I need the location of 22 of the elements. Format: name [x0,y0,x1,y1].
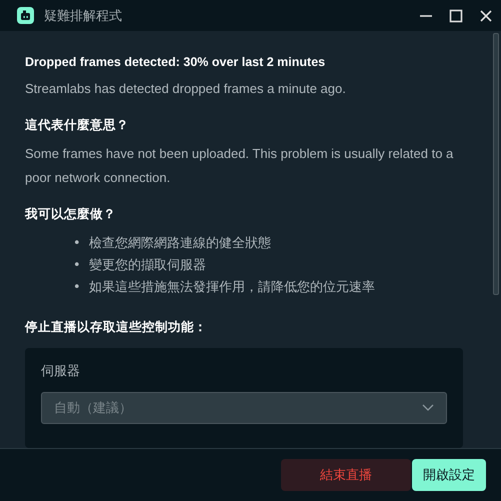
bullet-item: 變更您的擷取伺服器 [89,257,206,275]
field-label: 伺服器 [41,363,81,380]
bullet-marker: • [73,257,82,275]
close-icon [480,10,492,22]
end-stream-button[interactable]: 結束直播 [281,459,411,491]
chevron-down-icon [422,404,434,412]
open-settings-button[interactable]: 開啟設定 [412,459,486,491]
minimize-icon [420,14,432,16]
section-heading: 停止直播以存取這些控制功能： [25,319,208,336]
bullet-marker: • [73,279,82,297]
section-text: Some frames have not been uploaded. This problem is usually related to a poor network connection. [25,145,454,187]
bullet-item: 檢查您網際網路連線的健全狀態 [89,235,271,253]
bullet-marker: • [73,235,82,253]
bullet-item: 如果這些措施無法發揮作用，請降低您的位元速率 [89,279,375,297]
section-heading: 我可以怎麼做？ [25,206,117,223]
maximize-icon [450,9,462,22]
app-logo-icon [17,7,34,24]
alert-text: Streamlabs has detected dropped frames a minute ago. [25,80,347,98]
scrollbar[interactable] [493,33,499,295]
alert-heading: Dropped frames detected: 30% over last 2 minutes [25,55,326,69]
window-title: 疑難排解程式 [44,8,122,24]
section-heading: 這代表什麼意思？ [25,117,130,134]
